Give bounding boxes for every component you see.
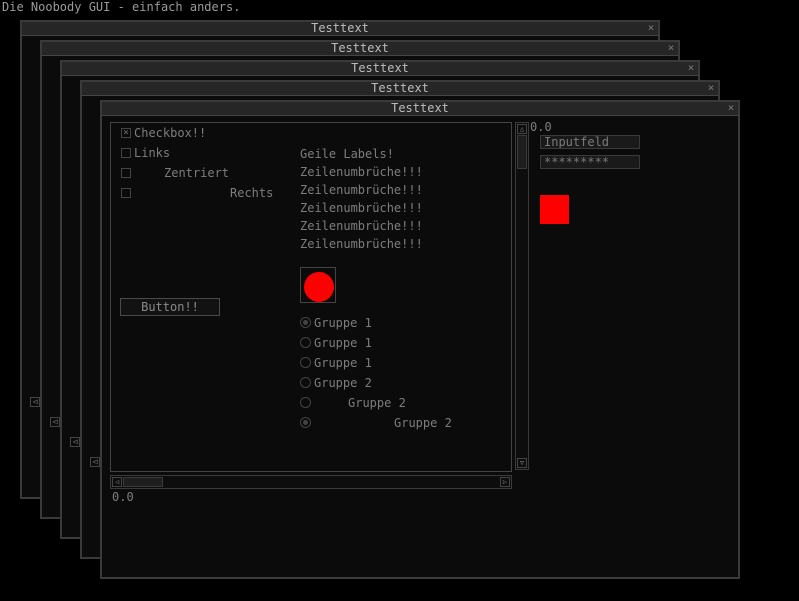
label-line: Zeilenumbrüche!!! xyxy=(300,219,423,233)
label-headline: Geile Labels! xyxy=(300,147,394,161)
scroll-left-icon[interactable]: ◁ xyxy=(90,457,100,467)
window-5-titlebar[interactable]: Testtext × xyxy=(102,102,738,116)
window-5[interactable]: Testtext × × Checkbox!! Links Zentriert … xyxy=(100,100,740,579)
radio-option[interactable] xyxy=(300,397,311,408)
red-circle-image xyxy=(304,272,334,302)
close-icon[interactable]: × xyxy=(666,42,676,54)
checkbox-links-label: Links xyxy=(134,146,171,160)
checkmark-icon: × xyxy=(123,128,129,138)
label-line: Zeilenumbrüche!!! xyxy=(300,183,423,197)
scroll-left-icon[interactable]: ◁ xyxy=(70,437,80,447)
close-icon[interactable]: × xyxy=(686,62,696,74)
image-gadget[interactable] xyxy=(300,267,336,303)
horizontal-scroll-thumb[interactable] xyxy=(123,477,163,487)
label-line: Zeilenumbrüche!!! xyxy=(300,237,423,251)
text-input[interactable]: Inputfeld xyxy=(540,135,640,149)
window-1-titlebar[interactable]: Testtext × xyxy=(22,22,658,36)
button[interactable]: Button!! xyxy=(120,298,220,316)
vertical-scrollbar[interactable]: △ ▽ xyxy=(515,122,529,470)
window-2-titlebar[interactable]: Testtext × xyxy=(42,42,678,56)
window-4-titlebar[interactable]: Testtext × xyxy=(82,82,718,96)
checkbox-rechts-label: Rechts xyxy=(230,186,274,200)
radio-label: Gruppe 1 xyxy=(314,316,372,330)
radio-label: Gruppe 2 xyxy=(394,416,452,430)
radio-label: Gruppe 1 xyxy=(314,356,372,370)
window-4-title: Testtext xyxy=(371,81,429,95)
radio-option[interactable] xyxy=(300,357,311,368)
radio-label: Gruppe 2 xyxy=(314,376,372,390)
arrow-left-icon[interactable]: ◁ xyxy=(112,477,122,487)
password-input[interactable]: ********* xyxy=(540,155,640,169)
app-title: Die Noobody GUI - einfach anders. xyxy=(2,0,241,14)
checkbox-checkbox[interactable]: × xyxy=(121,128,131,138)
vertical-scroll-value: 0.0 xyxy=(530,120,552,134)
window-1-title: Testtext xyxy=(311,21,369,35)
red-square xyxy=(540,195,569,224)
vertical-scroll-thumb[interactable] xyxy=(517,135,527,169)
label-line: Zeilenumbrüche!!! xyxy=(300,165,423,179)
scroll-left-icon[interactable]: ◁ xyxy=(50,417,60,427)
checkbox-links[interactable] xyxy=(121,148,131,158)
radio-option[interactable] xyxy=(300,317,311,328)
checkbox-zentriert[interactable] xyxy=(121,168,131,178)
window-5-title: Testtext xyxy=(391,101,449,115)
checkbox-label: Checkbox!! xyxy=(134,126,207,140)
arrow-up-icon[interactable]: △ xyxy=(517,124,527,134)
scroll-left-icon[interactable]: ◁ xyxy=(30,397,40,407)
radio-label: Gruppe 1 xyxy=(314,336,372,350)
close-icon[interactable]: × xyxy=(706,82,716,94)
horizontal-scroll-value: 0.0 xyxy=(112,490,134,504)
window-2-title: Testtext xyxy=(331,41,389,55)
radio-label: Gruppe 2 xyxy=(348,396,406,410)
radio-option[interactable] xyxy=(300,337,311,348)
window-3-titlebar[interactable]: Testtext × xyxy=(62,62,698,76)
close-icon[interactable]: × xyxy=(646,22,656,34)
horizontal-scrollbar[interactable]: ◁ ▷ xyxy=(110,475,512,489)
close-icon[interactable]: × xyxy=(726,102,736,114)
window-3-title: Testtext xyxy=(351,61,409,75)
content-panel: × Checkbox!! Links Zentriert Rechts Geil… xyxy=(110,122,512,472)
radio-option[interactable] xyxy=(300,417,311,428)
checkbox-zentriert-label: Zentriert xyxy=(164,166,230,180)
arrow-down-icon[interactable]: ▽ xyxy=(517,458,527,468)
checkbox-rechts[interactable] xyxy=(121,188,131,198)
label-line: Zeilenumbrüche!!! xyxy=(300,201,423,215)
radio-option[interactable] xyxy=(300,377,311,388)
arrow-right-icon[interactable]: ▷ xyxy=(500,477,510,487)
